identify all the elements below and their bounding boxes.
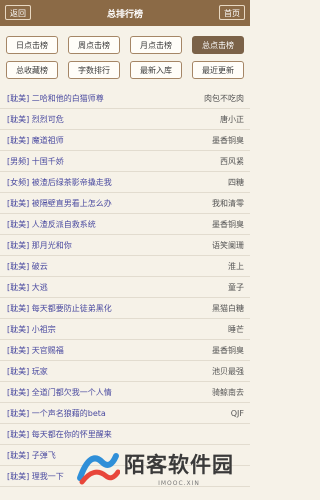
book-author: 语笑阑珊	[212, 240, 244, 250]
book-title-link[interactable]: [耽美] 魔道祖师	[7, 135, 64, 146]
book-title-link[interactable]: [耽美] 天官赐福	[7, 345, 64, 356]
tab-weekly-clicks[interactable]: 周点击榜	[68, 36, 120, 54]
list-item: [耽美] 天官赐福 墨香铜臭	[0, 340, 250, 361]
list-item: [耽美] 破云 淮上	[0, 256, 250, 277]
list-item: [耽美] 一个声名狼藉的beta QJF	[0, 403, 250, 424]
book-author: 淮上	[228, 261, 244, 271]
list-item: [男频] 十国千娇 西风紧	[0, 151, 250, 172]
list-item: [耽美] 魔道祖师 墨香铜臭	[0, 130, 250, 151]
list-item: [耽美] 被隔壁直男看上怎么办 我和清零	[0, 193, 250, 214]
book-title-link[interactable]: [耽美] 子弹飞	[7, 450, 56, 461]
list-item: [耽美] 每天都要防止徒弟黑化 黑猫白糖	[0, 298, 250, 319]
list-item: [耽美] 每天都在你的怀里醒来	[0, 424, 250, 445]
list-item: [耽美] 小祖宗 睡芒	[0, 319, 250, 340]
list-item: [耽美] 二哈和他的白猫师尊 肉包不吃肉	[0, 88, 250, 109]
book-title-link[interactable]: [女频] 被渣后绿茶影帝撬走我	[7, 177, 112, 188]
home-button[interactable]: 首页	[219, 5, 245, 20]
watermark-name: 陌客软件园	[124, 453, 234, 477]
top-bar: 返回 总排行榜 首页	[0, 0, 250, 26]
book-title-link[interactable]: [耽美] 被隔壁直男看上怎么办	[7, 198, 112, 209]
book-author: 我和清零	[212, 198, 244, 208]
tab-newest-added[interactable]: 最新入库	[130, 61, 182, 79]
book-list: [耽美] 二哈和他的白猫师尊 肉包不吃肉 [耽美] 烈烈可危 唐小正 [耽美] 魔道…	[0, 88, 250, 487]
book-author: QJF	[230, 408, 244, 418]
watermark-logo-icon	[77, 453, 120, 485]
book-author: 西风紧	[220, 156, 244, 166]
book-author: 墨香铜臭	[212, 219, 244, 229]
book-author: 池贝最强	[212, 366, 244, 376]
book-title-link[interactable]: [男频] 十国千娇	[7, 156, 64, 167]
watermark: 陌客软件园 IMOOC.XIN	[76, 444, 246, 492]
book-title-link[interactable]: [耽美] 每天都在你的怀里醒来	[7, 429, 112, 440]
list-item: [耽美] 那月光和你 语笑阑珊	[0, 235, 250, 256]
tab-row-1: 日点击榜 周点击榜 月点击榜 总点击榜	[0, 36, 250, 54]
book-title-link[interactable]: [耽美] 小祖宗	[7, 324, 56, 335]
tab-monthly-clicks[interactable]: 月点击榜	[130, 36, 182, 54]
book-author: 睡芒	[228, 324, 244, 334]
book-title-link[interactable]: [耽美] 人渣反派自救系统	[7, 219, 96, 230]
list-item: [女频] 被渣后绿茶影帝撬走我 四糖	[0, 172, 250, 193]
book-author: 骑鲸南去	[212, 387, 244, 397]
book-title-link[interactable]: [耽美] 每天都要防止徒弟黑化	[7, 303, 112, 314]
ranking-tabs: 日点击榜 周点击榜 月点击榜 总点击榜 总收藏榜 字数排行 最新入库 最近更新	[0, 36, 250, 86]
back-button[interactable]: 返回	[5, 5, 31, 20]
tab-total-clicks[interactable]: 总点击榜	[192, 36, 244, 54]
book-author: 黑猫白糖	[212, 303, 244, 313]
book-author: 四糖	[228, 177, 244, 187]
book-title-link[interactable]: [耽美] 那月光和你	[7, 240, 72, 251]
book-author: 童子	[228, 282, 244, 292]
list-item: [耽美] 全道门都欠我一个人情 骑鲸南去	[0, 382, 250, 403]
book-title-link[interactable]: [耽美] 理我一下	[7, 471, 64, 482]
book-title-link[interactable]: [耽美] 二哈和他的白猫师尊	[7, 93, 104, 104]
book-title-link[interactable]: [耽美] 全道门都欠我一个人情	[7, 387, 112, 398]
tab-word-count[interactable]: 字数排行	[68, 61, 120, 79]
book-author: 唐小正	[220, 114, 244, 124]
book-author: 肉包不吃肉	[204, 93, 244, 103]
tab-recently-updated[interactable]: 最近更新	[192, 61, 244, 79]
book-title-link[interactable]: [耽美] 烈烈可危	[7, 114, 64, 125]
list-item: [耽美] 大逃 童子	[0, 277, 250, 298]
list-item: [耽美] 烈烈可危 唐小正	[0, 109, 250, 130]
list-item: [耽美] 玩家 池贝最强	[0, 361, 250, 382]
list-item: [耽美] 人渣反派自救系统 墨香铜臭	[0, 214, 250, 235]
page-title: 总排行榜	[106, 9, 143, 20]
tab-daily-clicks[interactable]: 日点击榜	[6, 36, 58, 54]
book-title-link[interactable]: [耽美] 一个声名狼藉的beta	[7, 408, 106, 419]
tab-row-2: 总收藏榜 字数排行 最新入库 最近更新	[0, 61, 250, 79]
book-author: 墨香铜臭	[212, 135, 244, 145]
tab-total-favorites[interactable]: 总收藏榜	[6, 61, 58, 79]
book-author: 墨香铜臭	[212, 345, 244, 355]
book-title-link[interactable]: [耽美] 玩家	[7, 366, 48, 377]
book-title-link[interactable]: [耽美] 破云	[7, 261, 48, 272]
watermark-domain: IMOOC.XIN	[158, 480, 200, 487]
book-title-link[interactable]: [耽美] 大逃	[7, 282, 48, 293]
